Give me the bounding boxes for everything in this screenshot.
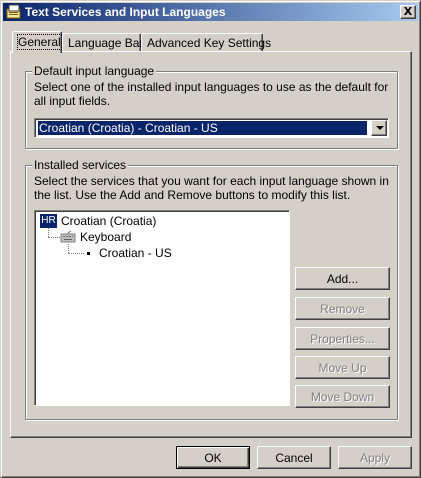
bullet-icon	[87, 252, 90, 255]
dropdown-arrow-icon[interactable]	[371, 120, 387, 136]
tab-label: Advanced Key Settings	[147, 36, 272, 50]
move-up-button[interactable]: Move Up	[295, 356, 390, 379]
tree-connector	[48, 228, 49, 237]
window-title: Text Services and Input Languages	[25, 5, 226, 19]
properties-button[interactable]: Properties...	[295, 327, 390, 350]
default-language-value: Croatian (Croatia) - Croatian - US	[38, 121, 367, 135]
tab-language-bar[interactable]: Language Bar	[62, 33, 144, 53]
tree-node-layout[interactable]: Croatian - US	[99, 246, 172, 260]
tab-general[interactable]: General	[12, 31, 62, 53]
tree-connector	[68, 244, 69, 253]
apply-button[interactable]: Apply	[338, 446, 412, 469]
default-language-select[interactable]: Croatian (Croatia) - Croatian - US	[34, 118, 389, 138]
title-bar[interactable]: Text Services and Input Languages X	[3, 3, 418, 21]
close-button[interactable]: X	[400, 5, 416, 19]
close-icon: X	[403, 5, 413, 18]
remove-button[interactable]: Remove	[295, 297, 390, 320]
tree-node-keyboard[interactable]: Keyboard	[80, 230, 131, 244]
tab-advanced-key-settings[interactable]: Advanced Key Settings	[141, 33, 271, 53]
text-services-icon	[6, 4, 22, 20]
ok-button[interactable]: OK	[176, 446, 250, 469]
default-language-group-title: Default input language	[32, 64, 157, 78]
tab-label: Language Bar	[68, 36, 144, 50]
dialog-window: Text Services and Input Languages X Gene…	[0, 0, 421, 478]
language-badge: HR	[40, 214, 57, 228]
cancel-button[interactable]: Cancel	[257, 446, 331, 469]
installed-services-group-title: Installed services	[32, 158, 129, 172]
services-tree[interactable]: HR Croatian (Croatia) Keyboard Croatian …	[34, 210, 290, 406]
tree-connector	[68, 253, 84, 254]
tab-label: General	[17, 34, 62, 50]
installed-services-description: Select the services that you want for ea…	[34, 174, 389, 202]
add-button[interactable]: Add...	[295, 267, 390, 290]
tree-node-language[interactable]: Croatian (Croatia)	[61, 214, 156, 228]
move-down-button[interactable]: Move Down	[295, 385, 390, 408]
default-language-description: Select one of the installed input langua…	[34, 80, 389, 108]
tree-connector	[48, 237, 60, 238]
